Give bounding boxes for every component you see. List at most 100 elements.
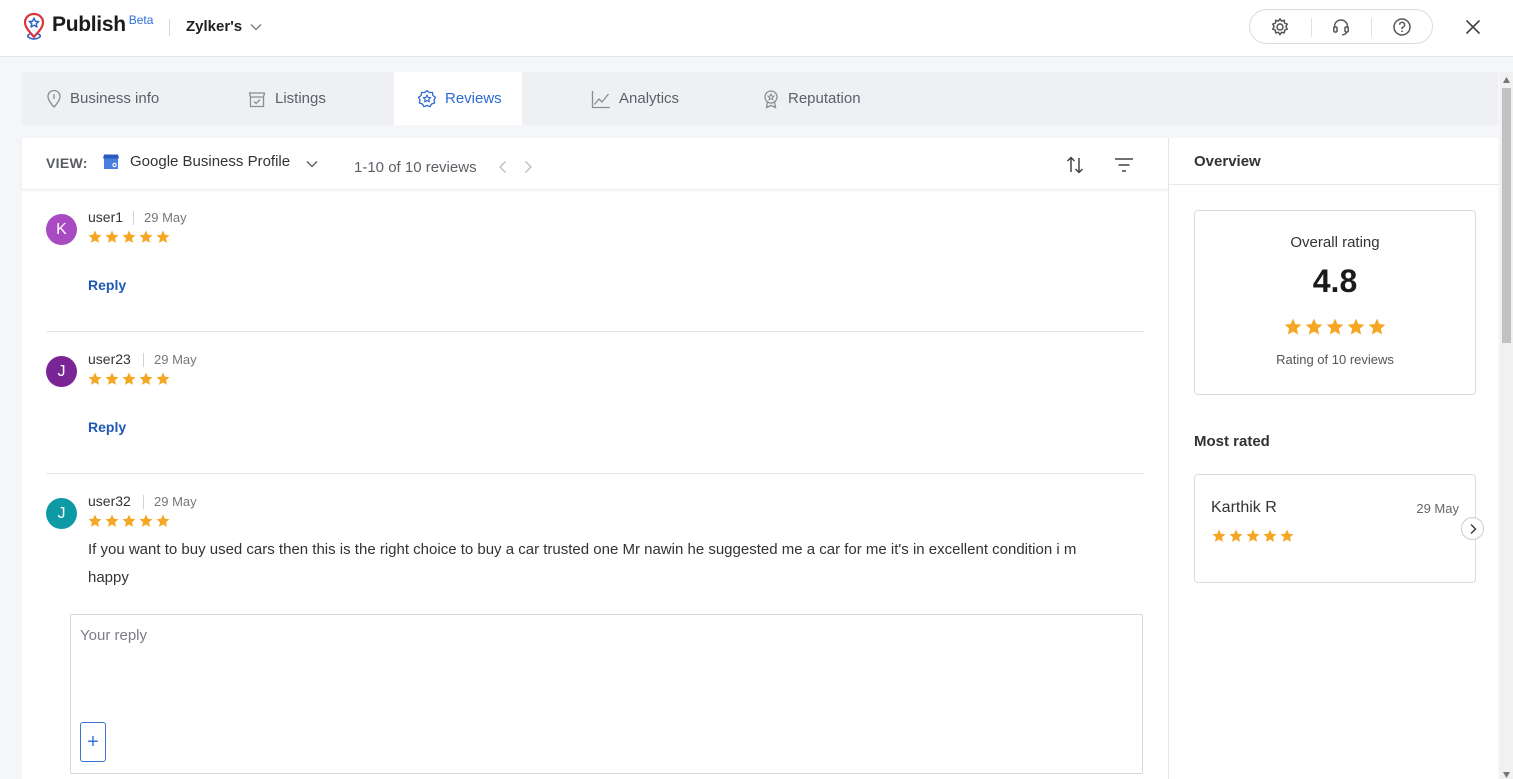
tab-reviews[interactable]: Reviews bbox=[394, 72, 522, 125]
most-rated-name: Karthik R bbox=[1211, 499, 1277, 516]
sort-icon[interactable] bbox=[1064, 154, 1086, 176]
store-icon bbox=[248, 91, 266, 107]
star-icon bbox=[105, 514, 119, 527]
scroll-thumb[interactable] bbox=[1502, 88, 1511, 343]
location-pin-icon bbox=[47, 89, 61, 108]
headset-icon bbox=[1333, 18, 1349, 36]
star-icon bbox=[88, 372, 102, 385]
org-switcher[interactable]: Zylker's bbox=[186, 18, 262, 35]
reply-link[interactable]: Reply bbox=[88, 277, 126, 293]
google-business-profile-icon bbox=[103, 154, 119, 169]
star-icon bbox=[1229, 529, 1243, 542]
chevron-down-icon bbox=[306, 160, 318, 167]
header-tools bbox=[1249, 9, 1433, 44]
review-text: If you want to buy used cars then this i… bbox=[88, 541, 1077, 586]
view-label: VIEW: bbox=[46, 155, 88, 171]
star-icon bbox=[122, 514, 136, 527]
overall-rating-card: Overall rating 4.8 Rating of 10 reviews bbox=[1194, 210, 1476, 395]
avatar-initial: J bbox=[57, 362, 66, 380]
avatar-initial: J bbox=[57, 504, 66, 522]
star-icon bbox=[139, 230, 153, 243]
reply-link[interactable]: Reply bbox=[88, 419, 126, 435]
reply-textarea[interactable]: Your reply + bbox=[70, 614, 1143, 774]
star-icon bbox=[1347, 318, 1365, 335]
scroll-down-arrow-icon[interactable] bbox=[1503, 772, 1510, 778]
reviews-toolbar: VIEW: Google Business Profile 1-10 of 10… bbox=[22, 138, 1168, 190]
reply-placeholder: Your reply bbox=[80, 627, 147, 644]
star-icon bbox=[1263, 529, 1277, 542]
close-icon[interactable] bbox=[1463, 17, 1483, 37]
view-source-label: Google Business Profile bbox=[130, 152, 291, 170]
tab-label: Business info bbox=[70, 90, 160, 107]
filter-icon[interactable] bbox=[1113, 154, 1135, 176]
tab-analytics[interactable]: Analytics bbox=[522, 72, 762, 125]
chevron-down-icon bbox=[250, 23, 262, 30]
tab-label: Reputation bbox=[788, 90, 861, 107]
add-attachment-button[interactable]: + bbox=[80, 722, 106, 762]
star-icon bbox=[156, 372, 170, 385]
review-divider bbox=[46, 331, 1144, 332]
star-rating bbox=[88, 514, 170, 528]
overall-star-rating bbox=[1284, 318, 1386, 336]
tab-business-info[interactable]: Business info bbox=[22, 72, 222, 125]
avatar: J bbox=[46, 356, 77, 387]
view-source-select[interactable]: Google Business Profile bbox=[102, 152, 318, 170]
star-icon bbox=[1284, 318, 1302, 335]
meta-divider bbox=[143, 353, 144, 367]
settings-icon bbox=[1272, 17, 1289, 35]
tab-label: Reviews bbox=[445, 90, 502, 107]
star-icon bbox=[156, 514, 170, 527]
chevron-right-icon[interactable] bbox=[521, 160, 535, 174]
meta-divider bbox=[143, 495, 144, 509]
overview-title: Overview bbox=[1194, 153, 1261, 170]
star-icon bbox=[88, 230, 102, 243]
star-icon bbox=[1326, 318, 1344, 335]
avatar: K bbox=[46, 214, 77, 245]
star-icon bbox=[122, 372, 136, 385]
reviewer-name: user32 bbox=[88, 493, 131, 509]
star-rating bbox=[88, 372, 170, 386]
tab-label: Analytics bbox=[619, 90, 680, 107]
star-icon bbox=[105, 372, 119, 385]
chevron-left-icon[interactable] bbox=[496, 160, 510, 174]
chevron-right-icon bbox=[1470, 523, 1476, 534]
meta-divider bbox=[133, 211, 134, 225]
help-button[interactable] bbox=[1371, 10, 1432, 43]
star-icon bbox=[1212, 529, 1226, 542]
overall-rating-label: Overall rating bbox=[1290, 234, 1380, 251]
review-date: 29 May bbox=[144, 210, 187, 225]
star-icon bbox=[1246, 529, 1260, 542]
review-divider bbox=[46, 473, 1144, 474]
star-icon bbox=[139, 372, 153, 385]
most-rated-date: 29 May bbox=[1416, 501, 1459, 516]
header-divider bbox=[169, 19, 170, 36]
main-tabs: Business info Listings Reviews Analytics… bbox=[22, 72, 1498, 125]
top-header: Publish Beta Zylker's bbox=[0, 0, 1513, 57]
page-scrollbar[interactable] bbox=[1500, 72, 1513, 779]
most-rated-stars bbox=[1212, 529, 1294, 543]
overall-rating-value: 4.8 bbox=[1312, 263, 1358, 299]
star-icon bbox=[105, 230, 119, 243]
star-badge-icon bbox=[417, 89, 437, 107]
star-rating bbox=[88, 230, 170, 244]
support-button[interactable] bbox=[1310, 10, 1372, 43]
pagination-summary: 1-10 of 10 reviews bbox=[354, 159, 477, 176]
star-icon bbox=[139, 514, 153, 527]
settings-button[interactable] bbox=[1250, 10, 1311, 43]
brand[interactable]: Publish Beta bbox=[23, 12, 153, 40]
tab-reputation[interactable]: Reputation bbox=[762, 72, 962, 125]
most-rated-card[interactable]: Karthik R 29 May bbox=[1194, 474, 1476, 583]
star-icon bbox=[1305, 318, 1323, 335]
tab-listings[interactable]: Listings bbox=[222, 72, 394, 125]
tab-label: Listings bbox=[275, 90, 326, 107]
next-most-rated-button[interactable] bbox=[1461, 517, 1484, 540]
scroll-up-arrow-icon[interactable] bbox=[1503, 77, 1510, 83]
review-date: 29 May bbox=[154, 352, 197, 367]
rating-caption: Rating of 10 reviews bbox=[1276, 352, 1394, 367]
reviewer-name: user1 bbox=[88, 209, 124, 225]
publish-logo-icon bbox=[23, 12, 45, 40]
beta-badge: Beta bbox=[128, 13, 154, 27]
most-rated-title: Most rated bbox=[1194, 433, 1270, 450]
avatar: J bbox=[46, 498, 77, 529]
overview-divider bbox=[1169, 184, 1499, 185]
